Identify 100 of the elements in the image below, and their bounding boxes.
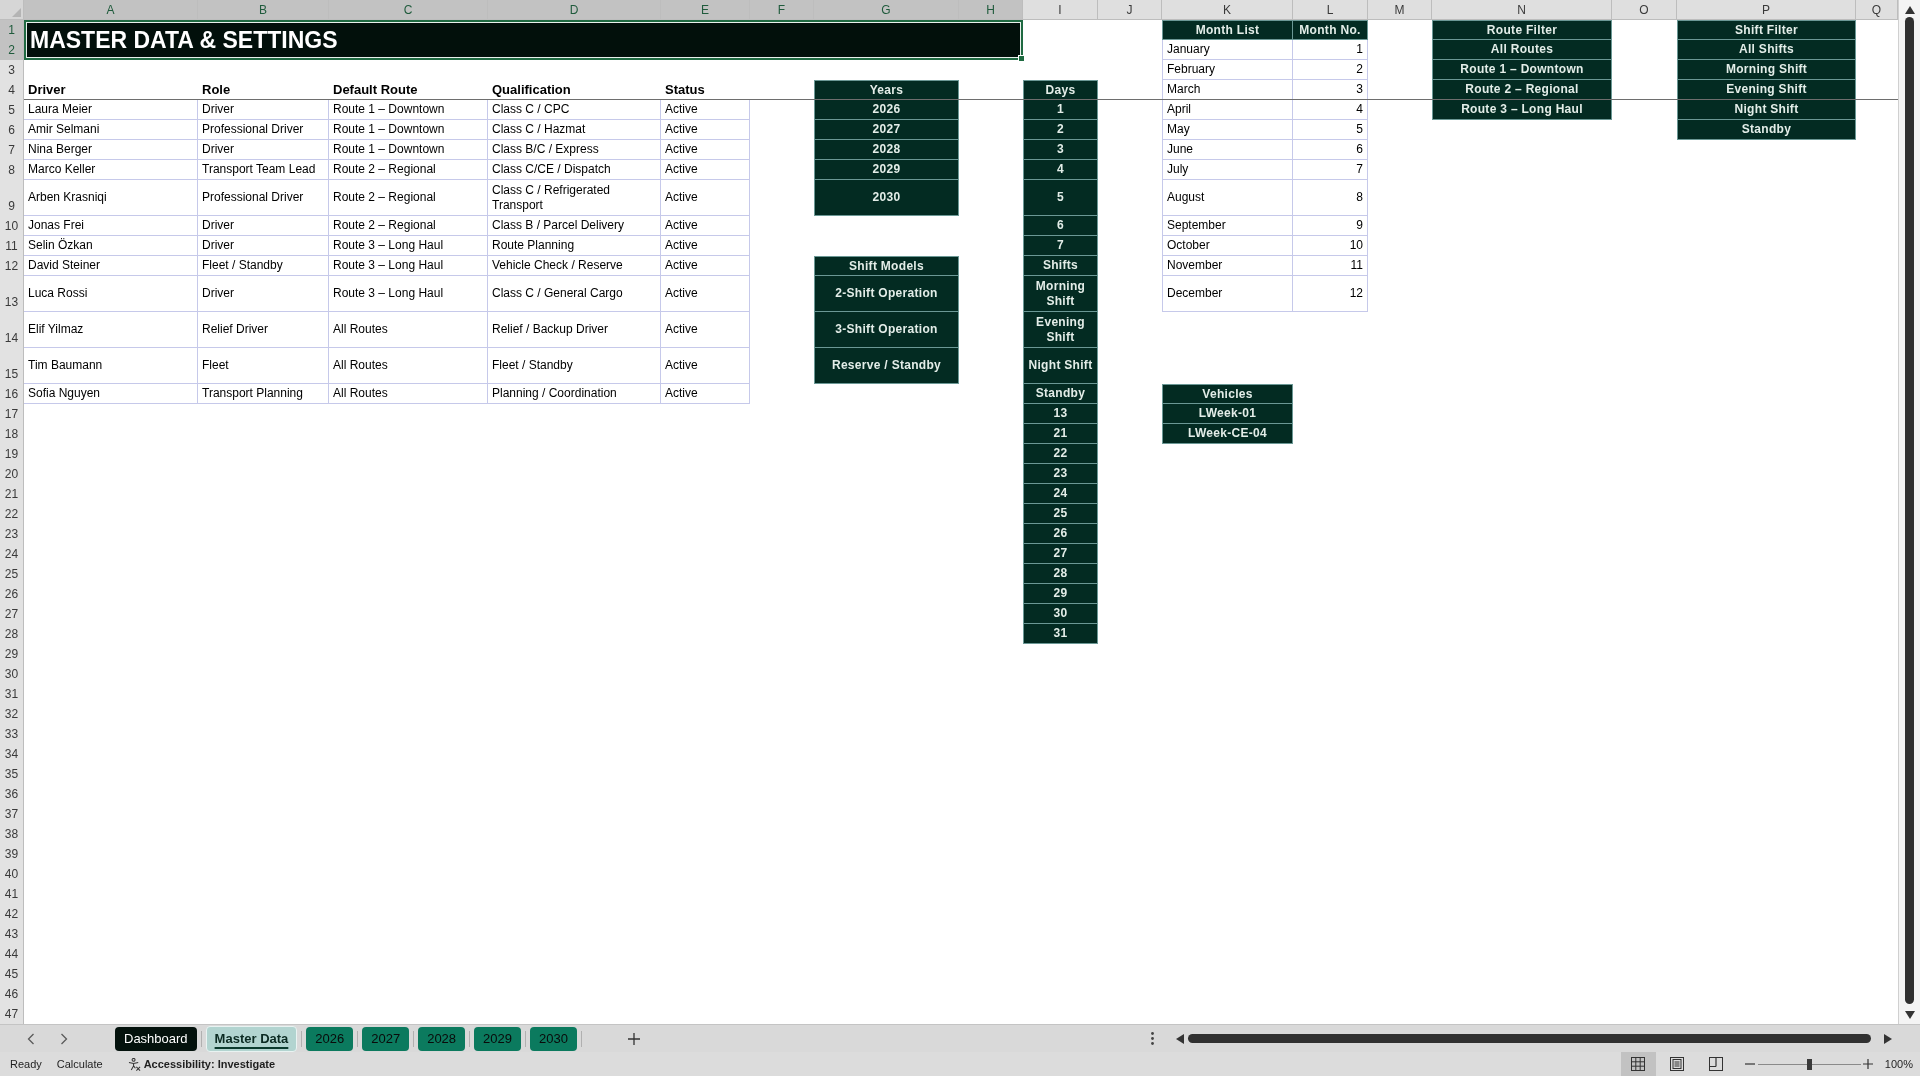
up-arrow-icon[interactable] bbox=[1904, 6, 1915, 14]
row-header[interactable]: 14 bbox=[0, 312, 24, 348]
row-header[interactable]: 12 bbox=[0, 256, 24, 276]
row-header[interactable]: 32 bbox=[0, 704, 24, 724]
row-header[interactable]: 9 bbox=[0, 180, 24, 216]
column-header[interactable]: K bbox=[1162, 0, 1293, 20]
column-header[interactable]: L bbox=[1293, 0, 1368, 20]
row-header[interactable]: 20 bbox=[0, 464, 24, 484]
row-header[interactable]: 8 bbox=[0, 160, 24, 180]
row-header[interactable]: 46 bbox=[0, 984, 24, 1004]
column-header[interactable]: F bbox=[750, 0, 814, 20]
table-heading: Default Route bbox=[333, 82, 418, 98]
table-cell: Active bbox=[661, 256, 750, 276]
column-header[interactable]: H bbox=[959, 0, 1023, 20]
column-header[interactable]: P bbox=[1677, 0, 1856, 20]
table-cell: Jonas Frei bbox=[24, 216, 198, 236]
row-header[interactable]: 10 bbox=[0, 216, 24, 236]
row-header[interactable]: 1 bbox=[0, 20, 24, 40]
sheet-tab[interactable]: 2029 bbox=[474, 1026, 521, 1051]
scrollbar-thumb[interactable] bbox=[1188, 1034, 1871, 1043]
fill-handle[interactable] bbox=[1018, 55, 1025, 62]
row-header[interactable]: 17 bbox=[0, 404, 24, 424]
row-header[interactable]: 27 bbox=[0, 604, 24, 624]
chevron-left-icon[interactable] bbox=[27, 1032, 35, 1045]
zoom-level[interactable]: 100% bbox=[1884, 1055, 1913, 1073]
row-header[interactable]: 18 bbox=[0, 424, 24, 444]
scrollbar-thumb[interactable] bbox=[1905, 17, 1914, 1004]
row-header[interactable]: 19 bbox=[0, 444, 24, 464]
column-header[interactable]: A bbox=[24, 0, 198, 20]
minus-icon[interactable] bbox=[1744, 1063, 1755, 1065]
row-header[interactable]: 36 bbox=[0, 784, 24, 804]
row-header[interactable]: 40 bbox=[0, 864, 24, 884]
row-header[interactable]: 3 bbox=[0, 60, 24, 80]
row-header[interactable]: 33 bbox=[0, 724, 24, 744]
row-header[interactable]: 26 bbox=[0, 584, 24, 604]
row-header[interactable]: 35 bbox=[0, 764, 24, 784]
row-header[interactable]: 11 bbox=[0, 236, 24, 256]
row-header[interactable]: 31 bbox=[0, 684, 24, 704]
row-header[interactable]: 23 bbox=[0, 524, 24, 544]
row-header[interactable]: 21 bbox=[0, 484, 24, 504]
title-bar[interactable]: MASTER DATA & SETTINGS bbox=[24, 20, 1023, 60]
row-header[interactable]: 25 bbox=[0, 564, 24, 584]
row-header[interactable]: 13 bbox=[0, 276, 24, 312]
row-header[interactable]: 15 bbox=[0, 348, 24, 384]
down-arrow-icon[interactable] bbox=[1904, 1011, 1915, 1019]
column-header[interactable]: I bbox=[1023, 0, 1098, 20]
row-header[interactable]: 41 bbox=[0, 884, 24, 904]
row-header[interactable]: 42 bbox=[0, 904, 24, 924]
column-header[interactable]: D bbox=[488, 0, 661, 20]
row-header[interactable]: 6 bbox=[0, 120, 24, 140]
column-header[interactable]: N bbox=[1432, 0, 1612, 20]
row-header[interactable]: 2 bbox=[0, 40, 24, 60]
row-header[interactable]: 44 bbox=[0, 944, 24, 964]
sheet-tab[interactable]: 2030 bbox=[530, 1026, 577, 1051]
row-header[interactable]: 30 bbox=[0, 664, 24, 684]
column-header[interactable]: Q bbox=[1856, 0, 1898, 20]
sheet-tab[interactable]: 2027 bbox=[362, 1026, 410, 1051]
sheet-tab[interactable]: 2026 bbox=[306, 1026, 354, 1051]
column-header[interactable]: G bbox=[814, 0, 959, 20]
chevron-right-icon[interactable] bbox=[60, 1032, 68, 1045]
row-header[interactable]: 34 bbox=[0, 744, 24, 764]
row-header[interactable]: 45 bbox=[0, 964, 24, 984]
row-header[interactable]: 7 bbox=[0, 140, 24, 160]
table-cell: Active bbox=[661, 160, 750, 180]
column-header[interactable]: O bbox=[1612, 0, 1677, 20]
list-cell: 2027 bbox=[814, 120, 959, 140]
vertical-dots-icon[interactable] bbox=[1151, 1032, 1154, 1045]
row-header[interactable]: 43 bbox=[0, 924, 24, 944]
row-header[interactable]: 4 bbox=[0, 80, 24, 100]
table-cell: Relief / Backup Driver bbox=[488, 312, 661, 348]
row-header[interactable]: 22 bbox=[0, 504, 24, 524]
row-header[interactable]: 24 bbox=[0, 544, 24, 564]
column-header[interactable]: C bbox=[329, 0, 488, 20]
row-header[interactable]: 47 bbox=[0, 1004, 24, 1024]
row-header[interactable]: 28 bbox=[0, 624, 24, 644]
sheet-tab[interactable]: Dashboard bbox=[115, 1026, 197, 1051]
calculate-button[interactable]: Calculate bbox=[56, 1055, 103, 1073]
row-header[interactable]: 5 bbox=[0, 100, 24, 120]
sheet-tab[interactable]: 2028 bbox=[418, 1026, 466, 1051]
row-header[interactable]: 38 bbox=[0, 824, 24, 844]
table-cell: Luca Rossi bbox=[24, 276, 198, 312]
zoom-slider-thumb[interactable] bbox=[1806, 1058, 1812, 1070]
column-header[interactable]: M bbox=[1368, 0, 1432, 20]
table-cell: Class C / General Cargo bbox=[488, 276, 661, 312]
accessibility-button[interactable]: Accessibility: Investigate bbox=[127, 1055, 276, 1073]
left-arrow-icon[interactable] bbox=[1176, 1033, 1184, 1044]
normal-view-button[interactable] bbox=[1620, 1052, 1656, 1076]
row-header[interactable]: 39 bbox=[0, 844, 24, 864]
plus-icon[interactable] bbox=[627, 1032, 640, 1045]
list-cell: Morning Shift bbox=[1677, 60, 1856, 80]
column-header[interactable]: J bbox=[1098, 0, 1162, 20]
list-cell: LWeek-CE-04 bbox=[1162, 424, 1293, 444]
column-header[interactable]: E bbox=[661, 0, 750, 20]
row-header[interactable]: 29 bbox=[0, 644, 24, 664]
sheet-tab[interactable]: Master Data bbox=[205, 1025, 298, 1052]
plus-icon[interactable] bbox=[1862, 1059, 1873, 1069]
column-header[interactable]: B bbox=[198, 0, 329, 20]
row-header[interactable]: 37 bbox=[0, 804, 24, 824]
right-arrow-icon[interactable] bbox=[1884, 1033, 1892, 1044]
row-header[interactable]: 16 bbox=[0, 384, 24, 404]
